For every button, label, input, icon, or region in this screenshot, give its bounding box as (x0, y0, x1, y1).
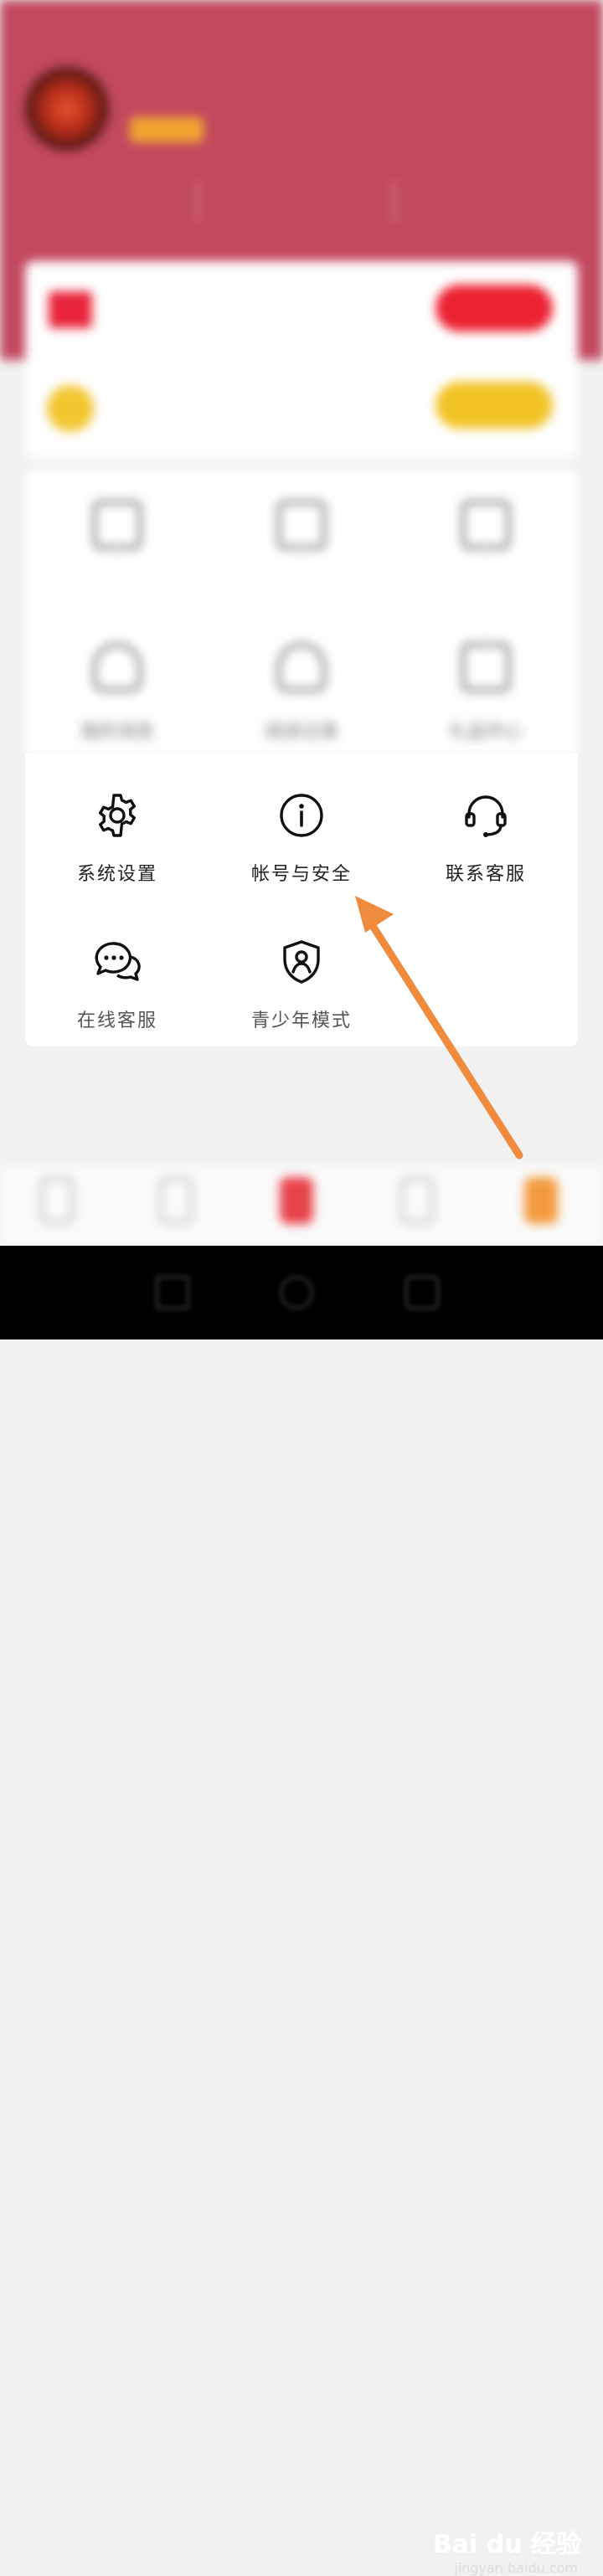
grid-item[interactable] (25, 470, 209, 596)
grid-label: 阅读记录 (264, 722, 338, 743)
home-button[interactable] (280, 1276, 313, 1309)
menu-item-teen-mode[interactable]: 青少年模式 (209, 900, 394, 1042)
tab-bookshelf[interactable] (40, 1177, 74, 1224)
headset-icon (465, 795, 507, 837)
blurred-feature-grid: 我的消息 阅读记录 礼品中心 (25, 470, 578, 755)
stats-row (0, 167, 603, 234)
blurred-background: 我的消息 阅读记录 礼品中心 (0, 0, 603, 1339)
menu-label: 系统设置 (76, 864, 157, 885)
tab-profile[interactable] (524, 1177, 558, 1224)
document-icon (93, 501, 142, 549)
stat-item[interactable] (415, 167, 565, 176)
menu-item-account-security[interactable]: 帐号与安全 (209, 753, 394, 896)
info-icon (280, 794, 323, 837)
stat-item[interactable] (21, 167, 172, 176)
watermark-url: jingyan.baidu.com (454, 2560, 578, 2576)
bookshelf-icon (277, 501, 326, 549)
menu-label: 青少年模式 (250, 1010, 352, 1031)
recents-button[interactable] (405, 1276, 439, 1309)
grid-label: 礼品中心 (448, 722, 523, 743)
menu-label: 联系客服 (445, 864, 526, 885)
promo-row-welfare[interactable] (25, 360, 578, 452)
bottom-tab-bar (0, 1165, 603, 1246)
settings-menu: 系统设置 帐号与安全 联系客服 在线客服 青少年模式 (25, 753, 578, 1046)
grid-item[interactable] (394, 470, 578, 596)
menu-label: 在线客服 (76, 1010, 157, 1031)
teen-shield-icon (283, 940, 320, 984)
divider (198, 181, 199, 223)
stat-item[interactable] (218, 167, 368, 176)
tab-featured[interactable] (280, 1177, 313, 1224)
bell-icon (93, 643, 142, 692)
wallet-icon (49, 291, 92, 328)
recharge-button[interactable] (436, 285, 553, 332)
chat-bubbles-icon (95, 942, 141, 981)
vip-badge (130, 117, 204, 142)
grid-item[interactable] (209, 470, 394, 596)
grid-item[interactable]: 阅读记录 (209, 613, 394, 743)
grid-item[interactable]: 我的消息 (25, 613, 209, 743)
menu-item-online-support[interactable]: 在线客服 (25, 900, 209, 1042)
tab-bookstore[interactable] (159, 1177, 193, 1224)
divider (394, 181, 395, 223)
tab-category[interactable] (400, 1177, 434, 1224)
avatar[interactable] (25, 67, 109, 151)
menu-item-contact-support[interactable]: 联系客服 (394, 753, 578, 896)
grid-label: 我的消息 (80, 722, 154, 743)
welfare-button[interactable] (436, 382, 553, 429)
menu-label: 帐号与安全 (250, 864, 352, 885)
grid-item[interactable]: 礼品中心 (394, 613, 578, 743)
back-button[interactable] (156, 1276, 189, 1309)
baidu-jingyan-watermark: Bai du 经验 (432, 2530, 581, 2559)
coin-icon (47, 385, 94, 432)
system-navigation-bar: Bai du 经验 jingyan.baidu.com (0, 1246, 603, 2576)
menu-item-system-settings[interactable]: 系统设置 (25, 753, 209, 896)
gift-icon (461, 643, 510, 692)
promo-card (25, 261, 578, 459)
promo-row-account[interactable] (25, 261, 578, 353)
gear-icon (99, 794, 136, 837)
cloud-icon (277, 643, 326, 692)
shield-icon (461, 501, 510, 549)
status-bar (50, 8, 570, 33)
